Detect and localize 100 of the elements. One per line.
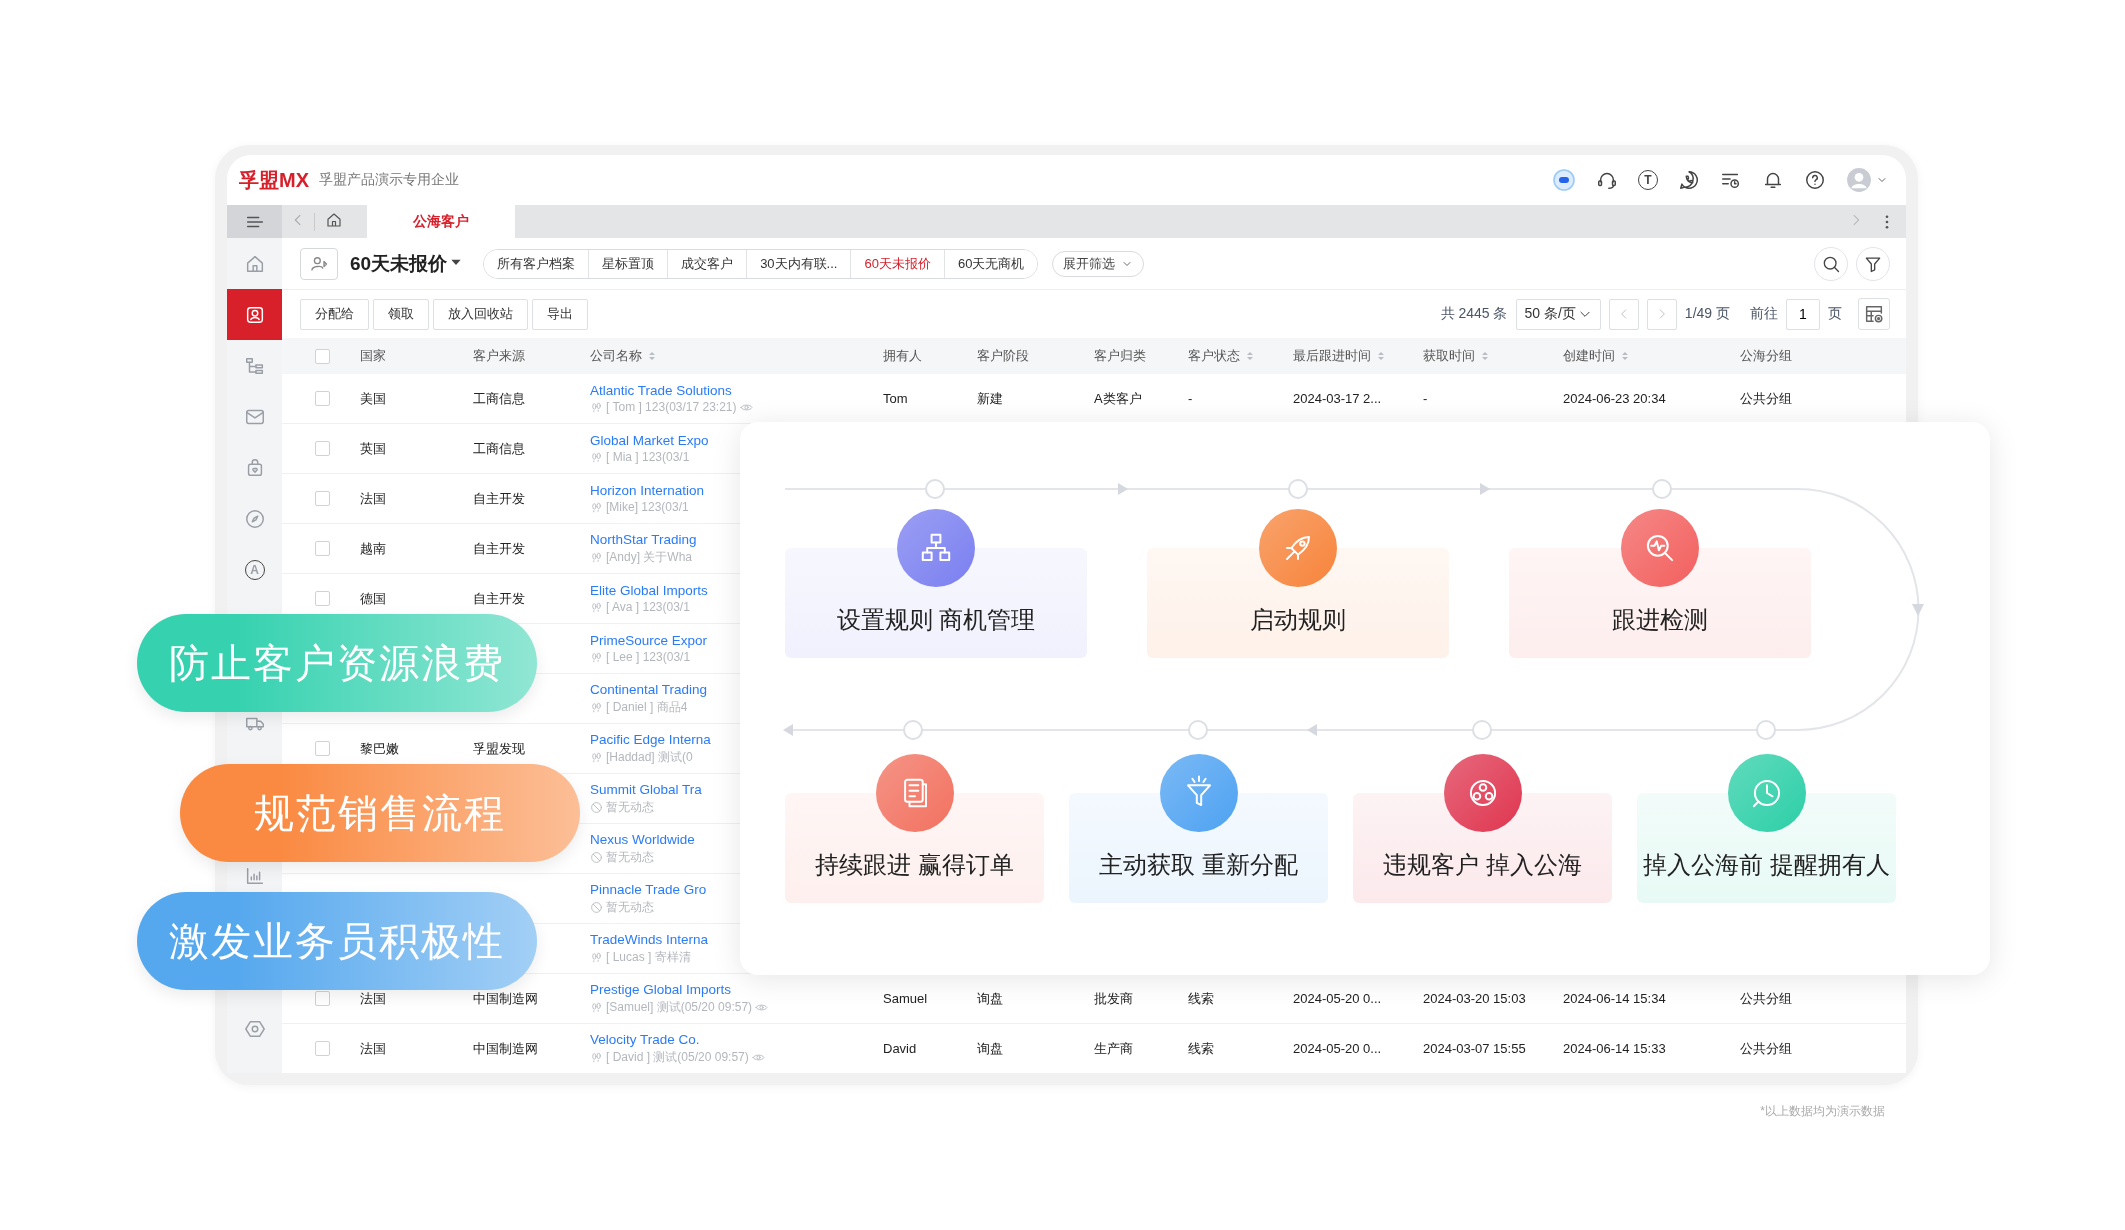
column-header[interactable]: 公司名称: [590, 347, 883, 365]
table-cell-text: 公共分组: [1740, 1039, 1793, 1058]
sidebar-item[interactable]: [227, 289, 282, 340]
filter-button[interactable]: [1856, 246, 1890, 281]
checkbox[interactable]: [315, 491, 330, 506]
checkbox[interactable]: [315, 741, 330, 756]
table-cell: 自主开发: [473, 540, 525, 556]
footprints-icon: [590, 650, 603, 664]
column-settings-button[interactable]: [1858, 298, 1890, 330]
help-icon[interactable]: [1804, 169, 1826, 191]
column-header[interactable]: 客户归类: [1094, 347, 1188, 365]
table-gear-icon: [1863, 303, 1885, 325]
company-link[interactable]: NorthStar Trading: [590, 531, 697, 547]
table-cell-text: 公共分组: [1740, 989, 1793, 1008]
table-cell: 法国: [360, 490, 386, 506]
column-header[interactable]: 客户来源: [473, 347, 590, 365]
company-link[interactable]: Continental Trading: [590, 681, 708, 697]
company-link[interactable]: Prestige Global Imports: [590, 981, 732, 997]
checkbox[interactable]: [315, 441, 330, 456]
action-button[interactable]: 放入回收站: [433, 298, 528, 330]
column-header[interactable]: 公海分组: [1740, 347, 1906, 365]
activity-note: [ Ava ] 123(03/1: [606, 600, 690, 614]
search-button[interactable]: [1814, 246, 1848, 281]
page-label: 页: [1828, 305, 1842, 323]
checkbox[interactable]: [315, 591, 330, 606]
column-header[interactable]: 国家: [360, 347, 473, 365]
company-link[interactable]: Nexus Worldwide: [590, 831, 695, 847]
checkbox[interactable]: [315, 391, 330, 406]
activity-note: 暂无动态: [606, 798, 654, 816]
view-title[interactable]: 60天未报价: [350, 250, 448, 277]
table-cell-text: 新建: [977, 389, 1004, 408]
table-cell: 自主开发: [473, 490, 525, 506]
table-cell-text: 2024-03-17 2...: [1293, 391, 1383, 406]
table-cell: 自主开发: [473, 590, 525, 606]
table-cell-text: A类客户: [1094, 389, 1143, 408]
action-button[interactable]: 导出: [532, 298, 588, 330]
slogan-text: 防止客户资源浪费: [169, 639, 505, 687]
previous-page-button[interactable]: [1608, 298, 1639, 330]
activity-note: 暂无动态: [606, 848, 654, 866]
column-header[interactable]: 最后跟进时间: [1293, 347, 1423, 365]
action-button[interactable]: 领取: [373, 298, 429, 330]
table-cell: 美国: [360, 390, 386, 406]
quick-filter[interactable]: 60天无商机: [943, 249, 1038, 278]
ban-icon: [590, 800, 603, 814]
activity-note: [ Daniel ] 商品4: [606, 698, 688, 716]
column-header[interactable]: 客户阶段: [977, 347, 1094, 365]
ban-icon: [590, 850, 603, 864]
company-link[interactable]: Global Market Expo: [590, 433, 709, 448]
activity-note: [ David ] 测试(05/20 09:57): [606, 1048, 749, 1066]
column-header[interactable]: 拥有人: [883, 347, 977, 365]
column-header[interactable]: 获取时间: [1423, 347, 1563, 365]
action-button[interactable]: 分配给: [300, 298, 369, 330]
page-input[interactable]: 1: [1786, 298, 1820, 330]
footprints-icon: [590, 1050, 603, 1064]
table-cell-text: 询盘: [977, 1039, 1004, 1058]
activity-note: [Andy] 关于Wha: [606, 548, 693, 566]
company-link[interactable]: Velocity Trade Co.: [590, 1031, 700, 1047]
checkbox[interactable]: [315, 541, 330, 556]
table-cell: 英国: [360, 440, 386, 456]
page-info: 1/49 页: [1684, 305, 1730, 323]
footprints-icon: [590, 950, 603, 964]
checkbox[interactable]: [315, 1041, 330, 1056]
step-label: 持续跟进 赢得订单: [815, 850, 1014, 880]
company-link[interactable]: Pacific Edge Interna: [590, 731, 711, 747]
table-cell-text: 线索: [1188, 1039, 1215, 1058]
company-link[interactable]: Elite Global Imports: [590, 583, 708, 598]
company-link[interactable]: TradeWinds Interna: [590, 931, 709, 947]
view-switch-button[interactable]: [300, 247, 338, 280]
table-cell: 工商信息: [473, 440, 525, 456]
activity-note: 暂无动态: [606, 898, 654, 916]
company-link[interactable]: PrimeSource Expor: [590, 633, 708, 648]
footprints-icon: [590, 700, 603, 714]
company-link[interactable]: Horizon Internation: [590, 483, 705, 498]
column-header[interactable]: 客户状态: [1188, 347, 1293, 365]
chat-bot-icon[interactable]: [1552, 168, 1576, 192]
column-header[interactable]: 创建时间: [1563, 347, 1740, 365]
step-label: 掉入公海前 提醒拥有人: [1643, 850, 1890, 880]
company-link[interactable]: Atlantic Trade Solutions: [590, 383, 732, 398]
table-cell-text: 询盘: [977, 989, 1004, 1008]
company-link[interactable]: Summit Global Tra: [590, 781, 702, 797]
footnote: *以上数据均为演示数据: [1760, 1103, 1885, 1120]
total-count: 共 2445 条: [1440, 305, 1508, 323]
table-cell: 德国: [360, 590, 386, 606]
slogan-text: 激发业务员积极性: [169, 917, 505, 965]
expand-filter-button[interactable]: 展开筛选: [1052, 250, 1145, 277]
avatar-icon[interactable]: [1846, 167, 1872, 193]
company-link[interactable]: Pinnacle Trade Gro: [590, 881, 707, 897]
tab[interactable]: 公海客户: [367, 205, 515, 238]
table-cell-text: 2024-03-20 15:03: [1423, 991, 1527, 1006]
table-cell-text: -: [1188, 391, 1194, 406]
page-size-select[interactable]: 50 条/页: [1515, 298, 1601, 330]
next-page-button[interactable]: [1646, 298, 1677, 330]
footprints-icon: [590, 600, 603, 614]
table-cell: 孚盟发现: [473, 740, 525, 756]
checkbox[interactable]: [315, 348, 330, 364]
table-cell-text: 2024-06-14 15:34: [1563, 991, 1667, 1006]
checkbox[interactable]: [315, 991, 330, 1006]
table-cell-text: 公共分组: [1740, 389, 1793, 408]
logo: 孚盟MX: [239, 167, 309, 193]
table-cell: 中国制造网: [473, 990, 538, 1006]
